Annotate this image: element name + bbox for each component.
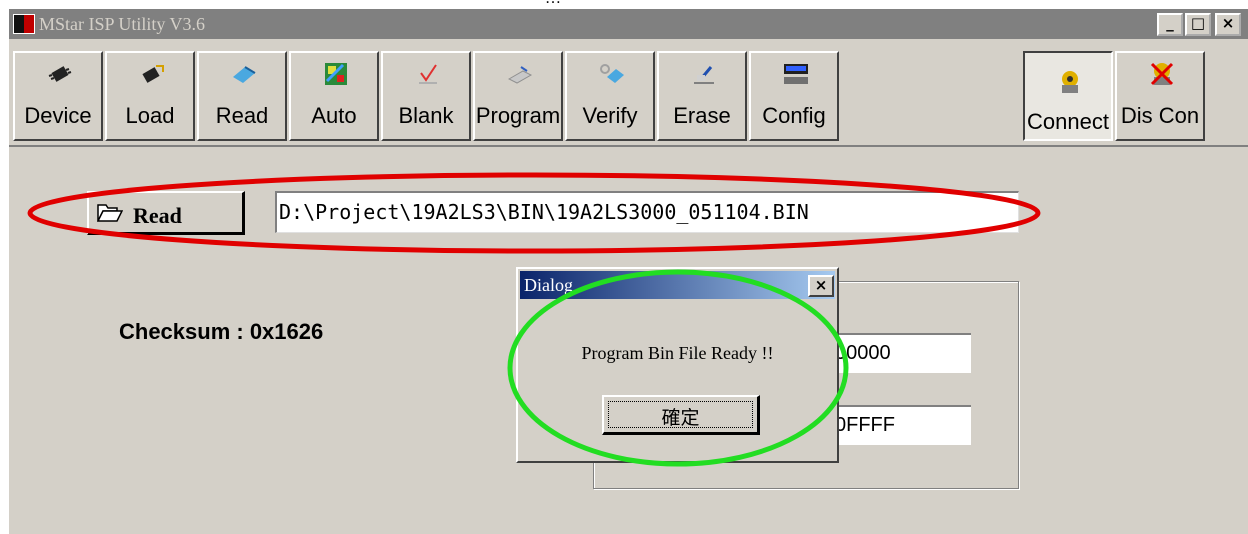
blank-button[interactable]: Blank [381, 51, 471, 141]
connect-icon [1062, 71, 1078, 93]
read-toolbar-label: Read [215, 103, 269, 128]
dialog-close-button[interactable]: × [808, 275, 834, 297]
window-title: MStar ISP Utility V3.6 [39, 14, 206, 34]
device-button[interactable]: Device [13, 51, 103, 141]
load-button[interactable]: Load [105, 51, 195, 141]
verify-label: Verify [582, 103, 638, 128]
program-label: Program [475, 103, 561, 128]
toolbar: Device Load Read Auto Blank Program Veri… [9, 41, 1248, 147]
auto-label: Auto [311, 103, 357, 128]
dialog-ok-button[interactable]: 確定 [602, 395, 760, 435]
cropped-caption-text: … [545, 0, 561, 8]
device-label: Device [24, 103, 92, 128]
config-button[interactable]: Config [749, 51, 839, 141]
erase-icon [694, 66, 714, 84]
folder-open-icon [97, 204, 123, 222]
mstar-logo-icon [13, 14, 35, 34]
disconnect-icon [1150, 62, 1174, 86]
erase-label: Erase [673, 103, 731, 128]
read-file-button[interactable]: Read [87, 191, 245, 235]
dialog-ok-label: 確定 [661, 407, 700, 429]
verify-button[interactable]: Verify [565, 51, 655, 141]
message-dialog: Dialog × Program Bin File Ready !! 確定 [516, 267, 839, 463]
chip-icon [48, 66, 72, 82]
erase-button[interactable]: Erase [657, 51, 747, 141]
disconnect-label: Dis Con [1120, 103, 1200, 128]
cropped-caption-strip: … [0, 0, 1248, 8]
load-label: Load [125, 103, 175, 128]
read-icon [233, 66, 256, 83]
chip-load-icon [142, 65, 164, 83]
program-button[interactable]: Program [473, 51, 563, 141]
program-icon [507, 66, 533, 84]
disconnect-button[interactable]: Dis Con [1115, 51, 1205, 141]
config-icon [784, 64, 808, 84]
blank-check-icon [419, 64, 437, 84]
auto-button[interactable]: Auto [289, 51, 379, 141]
maximize-button[interactable]: □ [1185, 13, 1211, 36]
auto-icon [325, 63, 347, 85]
blank-label: Blank [398, 103, 454, 128]
close-button[interactable]: × [1215, 13, 1241, 36]
end-address-field[interactable]: 0FFFF [831, 405, 971, 445]
connect-label: Connect [1027, 109, 1109, 134]
checksum-label: Checksum : 0x1626 [119, 319, 324, 344]
connect-button[interactable]: Connect [1023, 51, 1113, 141]
start-address-field[interactable]: 00000 [831, 333, 971, 373]
bin-file-path-field[interactable]: D:\Project\19A2LS3\BIN\19A2LS3000_051104… [275, 191, 1019, 233]
dialog-message: Program Bin File Ready !! [581, 343, 774, 363]
title-bar[interactable]: MStar ISP Utility V3.6 _ □ × [9, 9, 1248, 39]
dialog-title-bar[interactable]: Dialog × [520, 271, 835, 299]
read-file-label: Read [133, 203, 182, 228]
main-window: MStar ISP Utility V3.6 _ □ × Device Load… [8, 8, 1248, 534]
read-toolbar-button[interactable]: Read [197, 51, 287, 141]
config-label: Config [762, 103, 826, 128]
dialog-title: Dialog [524, 275, 573, 295]
minimize-button[interactable]: _ [1157, 13, 1183, 36]
verify-icon [600, 64, 624, 83]
